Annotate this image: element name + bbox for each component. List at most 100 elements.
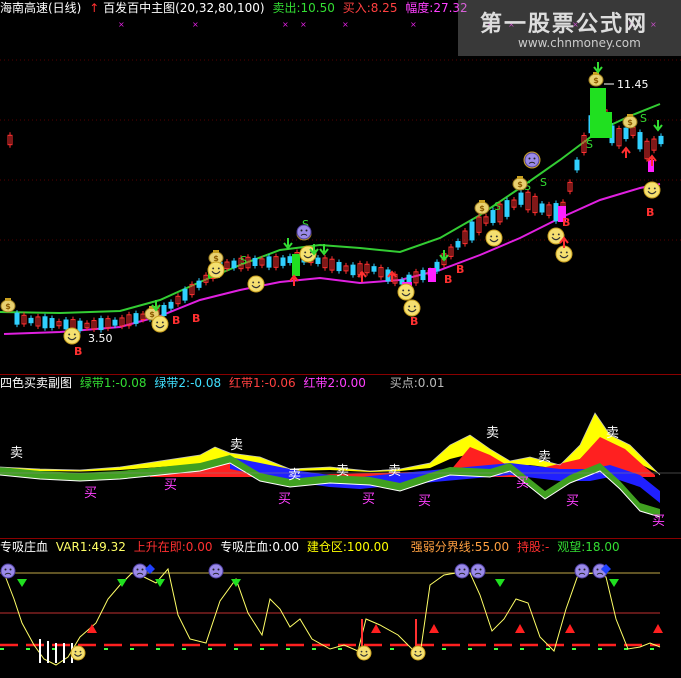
buy-marker-label: B: [456, 263, 464, 276]
candle-body: [231, 260, 237, 269]
high-price-label: 11.45: [617, 78, 649, 91]
smiley-eye: [407, 289, 410, 292]
smiley-face: [356, 645, 372, 661]
smiley-icon: [63, 327, 81, 345]
sell-word-label: 卖: [538, 450, 551, 465]
sad-face-icon: [132, 563, 148, 579]
smiley-face: [643, 181, 661, 199]
up-triangle-icon: [371, 624, 381, 633]
sad-face-icon: [470, 563, 486, 579]
green-signal-block: [292, 254, 300, 276]
blood-canvas[interactable]: [0, 539, 681, 678]
up-arrow-icon: [621, 146, 631, 158]
var1-line: [3, 567, 661, 666]
down-triangle-icon: [17, 579, 27, 587]
bag-symbol: $: [479, 204, 485, 213]
watermark-url: www.chnmoney.com: [518, 36, 641, 50]
smiley-eye: [557, 233, 560, 236]
sell-marker-label: S: [640, 112, 647, 125]
eye: [305, 229, 308, 232]
four-color-panel[interactable]: 卖卖卖卖卖卖卖卖买买买买买买买买 四色买卖副图 绿带1:-0.08 绿带2:-0…: [0, 375, 681, 538]
up-triangle-icon: [515, 624, 525, 633]
money-bag-icon: $: [474, 200, 490, 215]
face: [574, 563, 590, 579]
down-triangle-icon: [117, 579, 127, 587]
smiley-eye: [68, 333, 71, 336]
candle-body: [637, 132, 643, 150]
smiley-icon: [643, 181, 661, 199]
candle-body: [196, 280, 202, 288]
eye: [212, 568, 215, 571]
candle-body: [574, 159, 580, 171]
candle-body: [455, 241, 461, 248]
candle-body: [77, 320, 83, 331]
face: [470, 563, 486, 579]
bag-symbol: $: [517, 180, 523, 189]
smiley-face: [63, 327, 81, 345]
green-band-1: 绿带1:-0.08: [79, 376, 147, 390]
up-arrow-icon: ↑: [89, 1, 100, 15]
eye: [217, 568, 220, 571]
down-arrow-icon: [283, 238, 293, 250]
buy-word-label: 买: [164, 478, 177, 493]
candle-body: [182, 288, 188, 301]
main-chart-panel[interactable]: ×××××××××××SSSSSSSBBBBBBBB$$$$$$$$11.453…: [0, 0, 681, 374]
smiley-face: [151, 315, 169, 333]
smiley-face: [403, 299, 421, 317]
red-band-1: 红带1:-0.06: [228, 376, 296, 390]
buy-marker-label: B: [444, 273, 452, 286]
face: [296, 224, 312, 240]
candle-body: [336, 261, 342, 272]
candle-body: [98, 318, 104, 331]
candle-body: [469, 221, 475, 241]
face: [454, 563, 470, 579]
main-chart-canvas[interactable]: ×××××××××××SSSSSSSBBBBBBBB$$$$$$$$11.453…: [0, 0, 681, 374]
smiley-eye: [495, 235, 498, 238]
smiley-eye: [212, 267, 215, 270]
eye: [596, 568, 599, 571]
eye: [4, 568, 7, 571]
buy-marker-label: B: [562, 216, 570, 229]
candle-body: [553, 203, 559, 222]
smiley-icon: [356, 645, 372, 661]
sell-value: 卖出:10.50: [272, 1, 335, 15]
smiley-eye: [490, 235, 493, 238]
four-color-title: 四色买卖副图: [0, 376, 73, 390]
smiley-eye: [402, 289, 405, 292]
sell-word-label: 卖: [388, 464, 401, 479]
smiley-icon: [397, 283, 415, 301]
smiley-eye: [560, 251, 563, 254]
up-triangle-icon: [87, 624, 97, 633]
smiley-eye: [360, 650, 363, 653]
candle-body: [161, 305, 167, 316]
divide-value: 强弱分界线:55.00: [410, 540, 510, 554]
down-arrow-icon: [593, 62, 603, 74]
bag-symbol: $: [627, 118, 633, 127]
four-color-canvas[interactable]: 卖卖卖卖卖卖卖卖买买买买买买买买: [0, 375, 681, 538]
smiley-eye: [552, 233, 555, 236]
smiley-face: [410, 645, 426, 661]
sad-face-icon: [524, 152, 540, 168]
candle-body: [280, 257, 286, 266]
blood-panel[interactable]: 专吸庄血 VAR1:49.32 上升在即:0.00 专吸庄血:0.00 建仓区:…: [0, 539, 681, 678]
smiley-icon: [555, 245, 573, 263]
face: [208, 563, 224, 579]
smiley-eye: [414, 650, 417, 653]
smiley-eye: [648, 187, 651, 190]
green-band-2: 绿带2:-0.08: [154, 376, 222, 390]
rise-value: 上升在即:0.00: [133, 540, 213, 554]
sad-face-icon: [296, 224, 312, 240]
smiley-face: [485, 229, 503, 247]
smiley-eye: [73, 333, 76, 336]
top-tick-mark: ×: [300, 20, 307, 29]
smiley-eye: [217, 267, 220, 270]
down-arrow-icon: [653, 120, 663, 132]
blood-title: 专吸庄血: [0, 540, 49, 554]
candle-body: [42, 316, 48, 329]
buy-point: 买点:0.01: [389, 376, 445, 390]
eye: [578, 568, 581, 571]
blood-title-value: 专吸庄血:0.00: [220, 540, 300, 554]
buy-word-label: 买: [566, 494, 579, 509]
smiley-icon: [410, 645, 426, 661]
smiley-eye: [161, 321, 164, 324]
